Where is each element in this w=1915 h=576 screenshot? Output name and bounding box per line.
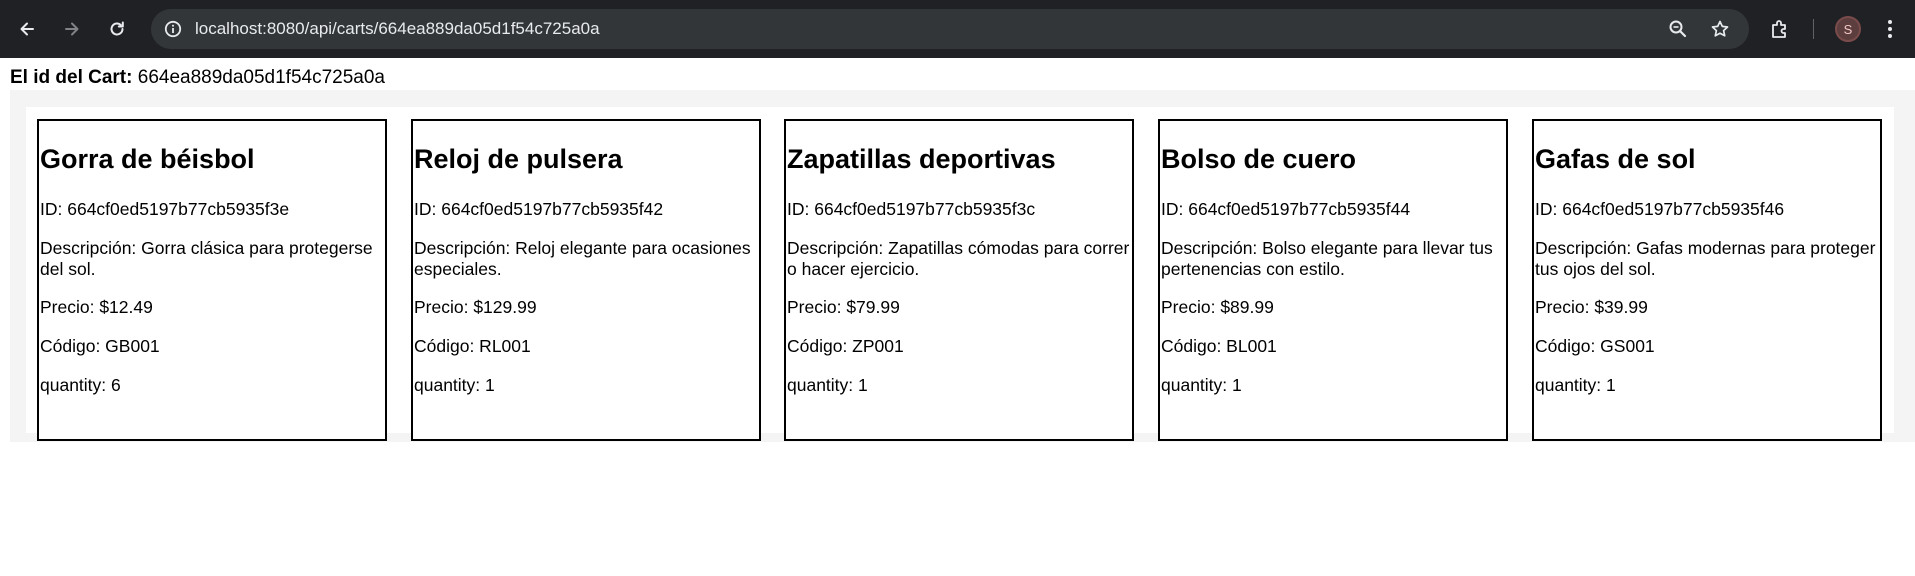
- product-code: Código: BL001: [1161, 336, 1277, 356]
- product-price: Precio: $12.49: [40, 297, 153, 317]
- toolbar-divider: [1813, 19, 1814, 39]
- product-price: Precio: $79.99: [787, 297, 900, 317]
- back-button[interactable]: [11, 13, 43, 45]
- menu-dots-icon[interactable]: [1880, 17, 1900, 41]
- browser-toolbar: localhost:8080/api/carts/664ea889da05d1f…: [0, 0, 1915, 58]
- product-quantity: quantity: 1: [414, 375, 495, 395]
- bookmark-star-icon[interactable]: [1708, 17, 1732, 41]
- product-quantity: quantity: 1: [787, 375, 868, 395]
- product-title: Bolso de cuero: [1161, 144, 1357, 174]
- reload-icon: [110, 21, 124, 36]
- product-description: Descripción: Gorra clásica para proteger…: [40, 238, 373, 279]
- product-quantity: quantity: 1: [1535, 375, 1616, 395]
- product-code: Código: RL001: [414, 336, 531, 356]
- product-quantity: quantity: 1: [1161, 375, 1242, 395]
- cart-id-line: El id del Cart: 664ea889da05d1f54c725a0a: [10, 67, 385, 89]
- product-description: Descripción: Reloj elegante para ocasion…: [414, 238, 751, 279]
- product-price: Precio: $89.99: [1161, 297, 1274, 317]
- product-price: Precio: $129.99: [414, 297, 537, 317]
- profile-avatar[interactable]: S: [1835, 16, 1861, 42]
- back-arrow-icon: [20, 22, 34, 36]
- page-content: El id del Cart: 664ea889da05d1f54c725a0a…: [0, 58, 1915, 576]
- forward-button[interactable]: [56, 13, 88, 45]
- product-price: Precio: $39.99: [1535, 297, 1648, 317]
- product-title: Gafas de sol: [1535, 144, 1696, 174]
- product-title: Reloj de pulsera: [414, 144, 623, 174]
- product-description: Descripción: Bolso elegante para llevar …: [1161, 238, 1493, 279]
- product-id: ID: 664cf0ed5197b77cb5935f3c: [787, 199, 1036, 219]
- product-code: Código: GS001: [1535, 336, 1655, 356]
- product-code: Código: GB001: [40, 336, 160, 356]
- product-description: Descripción: Zapatillas cómodas para cor…: [787, 238, 1130, 279]
- profile-initial: S: [1843, 21, 1853, 37]
- product-description: Descripción: Gafas modernas para protege…: [1535, 238, 1876, 279]
- cart-id-value: 664ea889da05d1f54c725a0a: [137, 67, 386, 88]
- product-id: ID: 664cf0ed5197b77cb5935f3e: [40, 199, 290, 219]
- site-info-icon[interactable]: [161, 17, 185, 41]
- url-text[interactable]: localhost:8080/api/carts/664ea889da05d1f…: [195, 19, 600, 39]
- product-id: ID: 664cf0ed5197b77cb5935f46: [1535, 199, 1785, 219]
- product-card: Bolso de cuero ID: 664cf0ed5197b77cb5935…: [1158, 119, 1508, 441]
- product-quantity: quantity: 6: [40, 375, 121, 395]
- product-id: ID: 664cf0ed5197b77cb5935f42: [414, 199, 664, 219]
- product-card: Zapatillas deportivas ID: 664cf0ed5197b7…: [784, 119, 1134, 441]
- product-card: Gafas de sol ID: 664cf0ed5197b77cb5935f4…: [1532, 119, 1882, 441]
- product-title: Gorra de béisbol: [40, 144, 255, 174]
- extensions-icon[interactable]: [1768, 17, 1792, 41]
- product-card: Gorra de béisbol ID: 664cf0ed5197b77cb59…: [37, 119, 387, 441]
- product-code: Código: ZP001: [787, 336, 904, 356]
- reload-button[interactable]: [101, 13, 133, 45]
- forward-arrow-icon: [65, 22, 79, 36]
- address-bar[interactable]: localhost:8080/api/carts/664ea889da05d1f…: [151, 9, 1749, 49]
- product-id: ID: 664cf0ed5197b77cb5935f44: [1161, 199, 1411, 219]
- cart-id-label: El id del Cart:: [10, 67, 133, 88]
- zoom-icon[interactable]: [1666, 17, 1690, 41]
- product-card: Reloj de pulsera ID: 664cf0ed5197b77cb59…: [411, 119, 761, 441]
- product-title: Zapatillas deportivas: [787, 144, 1056, 174]
